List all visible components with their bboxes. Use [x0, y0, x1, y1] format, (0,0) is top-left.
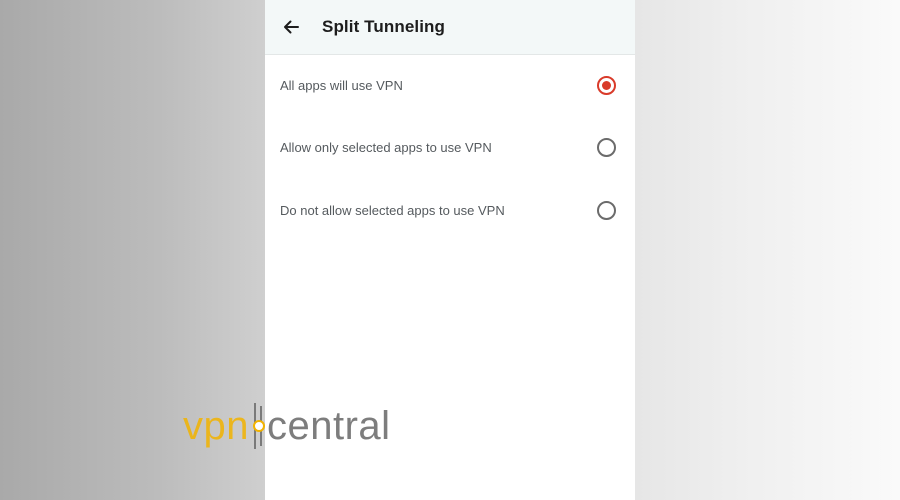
page-title: Split Tunneling — [322, 17, 445, 36]
app-header: Split Tunneling — [265, 0, 635, 55]
right-background — [635, 0, 900, 500]
radio-button[interactable] — [597, 138, 616, 158]
arrow-left-icon — [281, 17, 301, 37]
back-button[interactable] — [265, 0, 317, 54]
split-tunneling-options: All apps will use VPN Allow only selecte… — [265, 54, 635, 242]
watermark-vpn-text: vpn — [183, 404, 249, 448]
option-allow-selected-apps[interactable]: Allow only selected apps to use VPN — [265, 117, 635, 180]
vpncentral-watermark: vpn central — [183, 402, 391, 450]
option-label: All apps will use VPN — [280, 77, 403, 93]
watermark-central-text: central — [267, 404, 391, 448]
option-all-apps[interactable]: All apps will use VPN — [265, 54, 635, 117]
radio-dot — [602, 80, 611, 90]
option-label: Allow only selected apps to use VPN — [280, 140, 492, 156]
option-label: Do not allow selected apps to use VPN — [280, 202, 505, 218]
option-disallow-selected-apps[interactable]: Do not allow selected apps to use VPN — [265, 179, 635, 242]
radio-button-selected[interactable] — [597, 75, 616, 95]
radio-button[interactable] — [597, 200, 616, 220]
watermark-divider-icon — [251, 403, 265, 449]
